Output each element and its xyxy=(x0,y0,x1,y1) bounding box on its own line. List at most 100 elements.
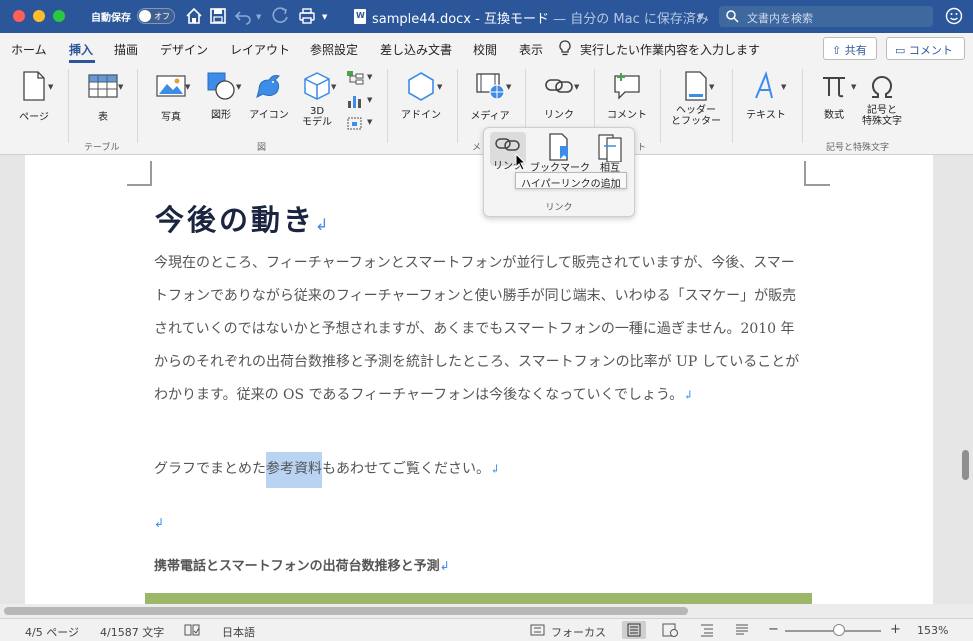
search-input[interactable]: 文書内を検索 xyxy=(719,6,933,27)
table-header-row[interactable] xyxy=(145,593,812,604)
shapes-dropdown-icon[interactable]: ▼ xyxy=(236,83,241,91)
tab-references[interactable]: 参照設定 xyxy=(310,41,358,58)
tab-mailings[interactable]: 差し込み文書 xyxy=(380,41,452,58)
autosave-toggle[interactable]: オフ xyxy=(137,8,175,24)
media-dropdown-icon[interactable]: ▼ xyxy=(506,83,511,91)
symbol-button[interactable]: 記号と 特殊文字 xyxy=(859,70,905,127)
group-table-label: テーブル xyxy=(84,143,120,153)
zoom-level[interactable]: 153% xyxy=(917,624,948,637)
empty-paragraph[interactable]: ↲ xyxy=(154,512,164,531)
table-button[interactable]: 表 xyxy=(80,72,126,123)
more-commands-icon[interactable]: ▼ xyxy=(322,13,327,21)
header-footer-button[interactable]: ヘッダー とフッター xyxy=(670,70,722,127)
feedback-smiley-icon[interactable] xyxy=(945,7,963,25)
new-comment-button[interactable]: コメント xyxy=(604,70,650,121)
addins-button[interactable]: アドイン xyxy=(398,70,444,121)
search-placeholder: 文書内を検索 xyxy=(747,12,813,25)
shapes-button[interactable]: 図形 xyxy=(199,70,243,121)
undo-icon[interactable] xyxy=(233,6,253,26)
draft-view-button[interactable] xyxy=(730,621,754,639)
tab-review[interactable]: 校閲 xyxy=(473,41,497,58)
print-layout-view-button[interactable] xyxy=(622,621,646,639)
word-count[interactable]: 4/1587 文字 xyxy=(100,624,164,640)
document-page[interactable]: 今後の動き↲ 今現在のところ、フィーチャーフォンとスマートフォンが並行して販売さ… xyxy=(25,155,933,604)
addins-hexagon-icon xyxy=(408,72,434,101)
shapes-label: 図形 xyxy=(211,110,231,121)
horizontal-scrollbar[interactable] xyxy=(0,604,973,618)
reference-paragraph[interactable]: グラフでまとめた参考資料もあわせてご覧ください。↲ xyxy=(154,452,500,488)
table-dropdown-icon[interactable]: ▼ xyxy=(118,83,123,91)
3d-models-button[interactable]: 3D モデル xyxy=(295,70,339,128)
crossref-menu-item[interactable]: 相互 xyxy=(592,132,628,174)
home-icon[interactable] xyxy=(184,6,204,26)
page-dropdown-icon[interactable]: ▼ xyxy=(48,83,53,91)
chart-icon[interactable] xyxy=(346,93,364,109)
group-comment-label: ト xyxy=(637,143,647,153)
vertical-scrollbar-thumb[interactable] xyxy=(962,450,969,480)
focus-icon[interactable] xyxy=(530,624,545,636)
pictures-button[interactable]: 写真 xyxy=(149,72,193,123)
omega-icon xyxy=(872,75,892,98)
hyperlink-tooltip: ハイパーリンクの追加 xyxy=(515,172,627,190)
comments-label: コメント xyxy=(908,44,953,57)
screenshot-dropdown-icon[interactable]: ▼ xyxy=(367,118,372,126)
comments-button[interactable]: ▭ コメント xyxy=(886,37,965,60)
zoom-window-button[interactable] xyxy=(53,10,65,22)
link-button[interactable]: リンク xyxy=(535,70,583,121)
tab-view[interactable]: 表示 xyxy=(519,41,543,58)
addins-dropdown-icon[interactable]: ▼ xyxy=(437,83,442,91)
share-button[interactable]: ⇧ 共有 xyxy=(823,37,877,60)
crop-mark xyxy=(127,161,152,186)
picture-dropdown-icon[interactable]: ▼ xyxy=(185,83,190,91)
web-layout-view-button[interactable] xyxy=(658,621,682,639)
media-button[interactable]: メディア xyxy=(467,71,513,122)
title-chevron-down-icon[interactable]: ▼ xyxy=(697,13,702,21)
pi-icon xyxy=(823,77,845,98)
tab-insert[interactable]: 挿入 xyxy=(69,41,93,58)
outline-view-button[interactable] xyxy=(695,621,719,639)
equation-dropdown-icon[interactable]: ▼ xyxy=(851,83,856,91)
language-indicator[interactable]: 日本語 xyxy=(222,624,255,640)
page-button[interactable]: ページ xyxy=(14,70,54,123)
redo-icon[interactable] xyxy=(271,6,291,26)
tell-me-input[interactable]: 実行したい作業内容を入力します xyxy=(580,41,760,58)
undo-dropdown-icon[interactable]: ▼ xyxy=(256,13,261,21)
screenshot-icon[interactable] xyxy=(346,115,364,131)
smartart-icon[interactable] xyxy=(346,70,364,86)
page-heading[interactable]: 今後の動き↲ xyxy=(155,197,331,239)
zoom-out-icon[interactable]: − xyxy=(768,622,779,637)
zoom-slider-thumb[interactable] xyxy=(833,624,845,636)
zoom-in-icon[interactable]: + xyxy=(890,622,901,637)
horizontal-scrollbar-thumb[interactable] xyxy=(4,607,688,615)
close-window-button[interactable] xyxy=(13,10,25,22)
body-paragraph[interactable]: 今現在のところ、フィーチャーフォンとスマートフォンが並行して販売されていますが、… xyxy=(154,247,804,412)
page-count[interactable]: 4/5 ページ xyxy=(25,624,79,640)
header-footer-dropdown-icon[interactable]: ▼ xyxy=(709,83,714,91)
text-button[interactable]: テキスト xyxy=(742,70,790,121)
mouse-pointer-icon xyxy=(515,153,527,171)
tab-layout[interactable]: レイアウト xyxy=(230,41,290,58)
tab-draw[interactable]: 描画 xyxy=(114,41,138,58)
link-dropdown-icon[interactable]: ▼ xyxy=(574,83,579,91)
tab-design[interactable]: デザイン xyxy=(160,41,208,58)
save-icon[interactable] xyxy=(208,6,228,26)
proofing-book-icon[interactable] xyxy=(184,624,200,636)
smartart-dropdown-icon[interactable]: ▼ xyxy=(367,73,372,81)
icons-button[interactable]: アイコン xyxy=(247,70,291,121)
bookmark-menu-item[interactable]: ブックマーク xyxy=(530,132,590,174)
chart-dropdown-icon[interactable]: ▼ xyxy=(367,96,372,104)
word-document-icon: W xyxy=(354,9,366,24)
selected-text[interactable]: 参考資料 xyxy=(266,452,322,488)
focus-mode-button[interactable]: フォーカス xyxy=(551,624,606,640)
3d-models-dropdown-icon[interactable]: ▼ xyxy=(331,83,336,91)
equation-button[interactable]: 数式 xyxy=(813,70,855,121)
chart-subheading[interactable]: 携帯電話とスマートフォンの出荷台数推移と予測↲ xyxy=(154,555,450,574)
tab-home[interactable]: ホーム xyxy=(11,41,47,58)
picture-icon xyxy=(156,75,186,97)
minimize-window-button[interactable] xyxy=(33,10,45,22)
print-icon[interactable] xyxy=(297,6,317,26)
dropdown-group-label: リンク xyxy=(545,203,573,213)
bookmark-icon xyxy=(549,133,568,161)
text-dropdown-icon[interactable]: ▼ xyxy=(781,83,786,91)
separator xyxy=(802,69,803,143)
